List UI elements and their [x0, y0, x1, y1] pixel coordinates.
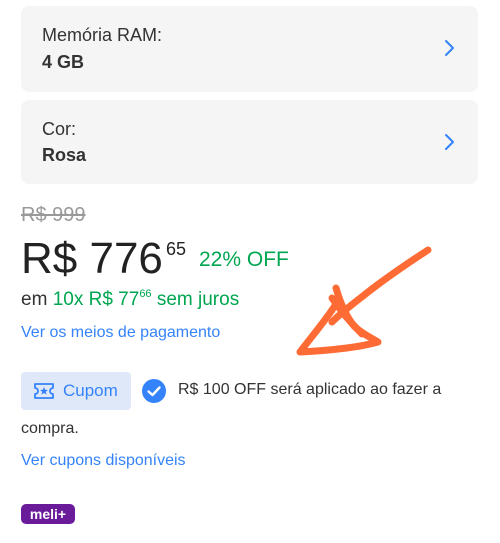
coupon-ticket-icon	[34, 383, 54, 399]
installments-prefix: em	[21, 289, 48, 310]
ram-label: Memória RAM:	[42, 25, 163, 45]
ram-value: 4 GB	[42, 52, 85, 72]
color-selector-card[interactable]: Cor: Rosa	[21, 100, 478, 184]
current-price-cents: 65	[166, 239, 187, 259]
coupon-message: R$ 100 OFF será aplicado ao fazer a	[178, 381, 442, 398]
coupon-message-continued: compra.	[21, 420, 79, 437]
color-value: Rosa	[42, 145, 87, 165]
discount-badge: 22% OFF	[199, 248, 289, 271]
original-price: R$ 999	[21, 204, 86, 226]
coupon-badge: Cupom	[21, 372, 131, 410]
installments-count: 10x R$ 77	[52, 289, 140, 310]
hand-drawn-arrow-annotation	[296, 246, 432, 356]
installments-info: em 10x R$ 7766 sem juros	[21, 288, 239, 311]
check-circle-icon	[142, 379, 166, 403]
installments-suffix: sem juros	[156, 289, 240, 310]
available-coupons-link[interactable]: Ver cupons disponíveis	[21, 452, 186, 470]
ram-selector-card[interactable]: Memória RAM: 4 GB	[21, 6, 478, 92]
chevron-right-icon	[445, 40, 454, 56]
color-label: Cor:	[42, 119, 77, 139]
current-price: R$ 776	[21, 234, 163, 283]
coupon-badge-label: Cupom	[63, 381, 118, 400]
installments-cents: 66	[139, 288, 152, 300]
chevron-right-icon	[445, 134, 454, 150]
payment-methods-link[interactable]: Ver os meios de pagamento	[21, 324, 220, 342]
meli-plus-logo: meli+	[21, 504, 75, 524]
